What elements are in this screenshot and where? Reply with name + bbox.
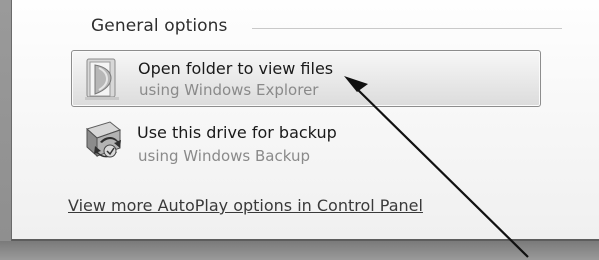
autoplay-dialog: General options Open folder to view file… — [11, 0, 599, 241]
control-panel-autoplay-link[interactable]: View more AutoPlay options in Control Pa… — [68, 196, 423, 215]
bottom-shadow — [0, 241, 599, 260]
option-title: Use this drive for backup — [137, 123, 337, 142]
option-subtitle: using Windows Explorer — [139, 81, 319, 99]
option-title: Open folder to view files — [138, 59, 334, 78]
group-heading: General options — [91, 16, 228, 36]
option-subtitle: using Windows Backup — [138, 147, 310, 165]
folder-icon — [85, 58, 119, 100]
backup-icon — [86, 121, 122, 158]
screenshot-background: General options Open folder to view file… — [0, 0, 599, 260]
option-open-folder[interactable]: Open folder to view files using Windows … — [71, 50, 541, 107]
group-divider — [252, 28, 562, 29]
option-backup[interactable]: Use this drive for backup using Windows … — [71, 113, 541, 170]
